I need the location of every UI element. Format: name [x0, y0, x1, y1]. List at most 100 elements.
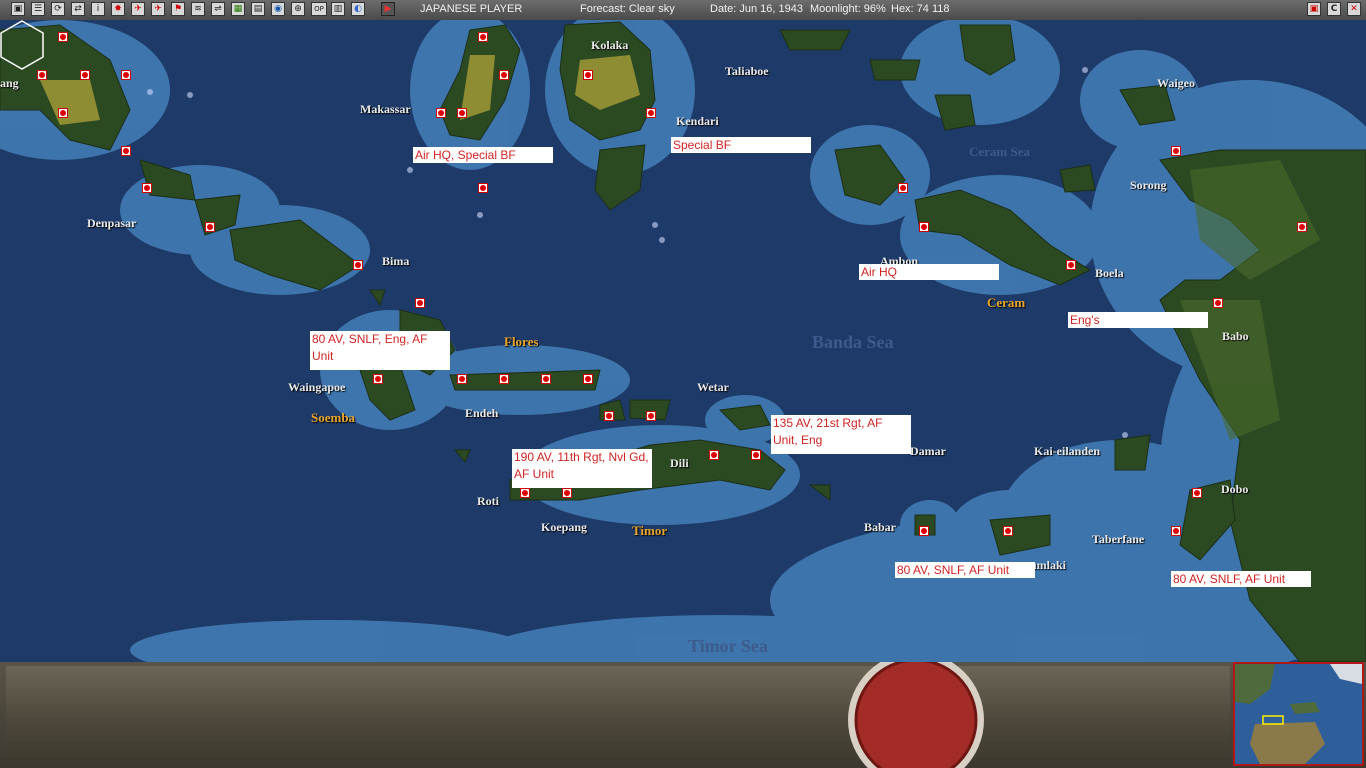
place-dobo: Dobo — [1221, 482, 1249, 496]
toolbar-button-air-2[interactable]: ✈ — [151, 2, 165, 16]
toolbar-button-routes[interactable]: ⇌ — [211, 2, 225, 16]
place-koepang: Koepang — [541, 520, 588, 534]
forecast-label: Forecast: Clear sky — [580, 3, 675, 15]
toolbar-button-list[interactable]: ▤ — [251, 2, 265, 16]
base-marker[interactable] — [562, 488, 572, 498]
region-timor: Timor — [632, 523, 668, 538]
date-label: Date: Jun 16, 1943 — [710, 3, 803, 15]
top-toolbar: ▣ ☰ ⟳ ⇄ i ✸ ✈ ✈ ⚑ ≋ ⇌ ▦ ▤ ◉ ⊕ OP ▥ ◐ ▶ J… — [0, 0, 1366, 21]
note-kendari: Special BF — [671, 137, 811, 153]
place-bima: Bima — [382, 254, 410, 268]
base-marker[interactable] — [37, 70, 47, 80]
toolbar-button-flag[interactable]: ✸ — [111, 2, 125, 16]
minimize-button[interactable]: ▣ — [1307, 2, 1321, 16]
base-marker[interactable] — [646, 108, 656, 118]
toolbar-button-weather[interactable]: ◐ — [351, 2, 365, 16]
base-marker[interactable] — [583, 374, 593, 384]
base-marker[interactable] — [142, 183, 152, 193]
hex-coordinate-label: Hex: 74 118 — [891, 3, 950, 15]
place-sorong: Sorong — [1130, 178, 1167, 192]
base-marker[interactable] — [478, 32, 488, 42]
place-denpasar: Denpasar — [87, 216, 137, 230]
sea-timor: Timor Sea — [688, 636, 768, 656]
base-marker[interactable] — [353, 260, 363, 270]
base-marker[interactable] — [457, 374, 467, 384]
place-waingapoe: Waingapoe — [288, 380, 346, 394]
base-marker[interactable] — [751, 450, 761, 460]
minimap[interactable] — [1233, 662, 1364, 766]
place-taliaboe: Taliaboe — [725, 64, 769, 78]
base-marker[interactable] — [604, 411, 614, 421]
toolbar-button-2[interactable]: ☰ — [31, 2, 45, 16]
place-roti: Roti — [477, 494, 499, 508]
region-ceram: Ceram — [987, 295, 1026, 310]
base-marker[interactable] — [499, 70, 509, 80]
japanese-emblem-icon[interactable] — [846, 662, 986, 768]
toolbar-button-3[interactable]: ⟳ — [51, 2, 65, 16]
base-marker[interactable] — [1066, 260, 1076, 270]
toolbar-button-terrain[interactable]: ▦ — [231, 2, 245, 16]
base-marker[interactable] — [1003, 526, 1013, 536]
toolbar-button-4[interactable]: ⇄ — [71, 2, 85, 16]
base-marker[interactable] — [373, 374, 383, 384]
moonlight-label: Moonlight: 96% — [810, 3, 886, 15]
base-marker[interactable] — [121, 146, 131, 156]
play-icon[interactable]: ▶ — [381, 2, 395, 16]
base-marker[interactable] — [1297, 222, 1307, 232]
unit-info-area — [6, 666, 1230, 766]
toolbar-button-1[interactable]: ▣ — [11, 2, 25, 16]
toolbar-button-base[interactable]: ⚑ — [171, 2, 185, 16]
base-marker[interactable] — [520, 488, 530, 498]
note-ambon: Air HQ — [859, 264, 999, 280]
region-flores: Flores — [504, 334, 539, 349]
base-marker[interactable] — [121, 70, 131, 80]
base-marker[interactable] — [898, 183, 908, 193]
base-marker[interactable] — [1192, 488, 1202, 498]
place-babar: Babar — [864, 520, 897, 534]
place-kolaka: Kolaka — [591, 38, 629, 52]
place-damar: Damar — [910, 444, 946, 458]
place-dili: Dili — [670, 456, 689, 470]
place-kendari: Kendari — [676, 114, 719, 128]
base-marker[interactable] — [457, 108, 467, 118]
base-marker[interactable] — [499, 374, 509, 384]
base-marker[interactable] — [709, 450, 719, 460]
base-marker[interactable] — [1171, 526, 1181, 536]
base-marker[interactable] — [205, 222, 215, 232]
note-koepang: 190 AV, 11th Rgt, Nvl Gd, AF Unit — [512, 449, 652, 488]
note-waingapoe: 80 AV, SNLF, Eng, AF Unit — [310, 331, 450, 370]
toolbar-button-globe[interactable]: ◉ — [271, 2, 285, 16]
base-marker[interactable] — [415, 298, 425, 308]
bottom-info-panel — [0, 662, 1366, 768]
base-marker[interactable] — [583, 70, 593, 80]
place-waigeo: Waigeo — [1157, 76, 1195, 90]
place-wetar: Wetar — [697, 380, 729, 394]
strategic-map[interactable]: Kolaka Taliaboe Waigeo Makassar Kendari … — [0, 20, 1366, 662]
base-marker[interactable] — [478, 183, 488, 193]
base-marker[interactable] — [58, 108, 68, 118]
toolbar-button-info[interactable]: i — [91, 2, 105, 16]
toolbar-button-grid[interactable]: ▥ — [331, 2, 345, 16]
sea-banda: Banda Sea — [812, 332, 894, 352]
base-marker[interactable] — [646, 411, 656, 421]
close-button[interactable]: ✕ — [1347, 2, 1361, 16]
region-soemba: Soemba — [311, 410, 356, 425]
toolbar-button-op[interactable]: OP — [311, 2, 327, 16]
toolbar-button-target[interactable]: ⊕ — [291, 2, 305, 16]
base-marker[interactable] — [80, 70, 90, 80]
toolbar-button-air[interactable]: ✈ — [131, 2, 145, 16]
toolbar-button-sea[interactable]: ≋ — [191, 2, 205, 16]
base-marker[interactable] — [58, 32, 68, 42]
base-marker[interactable] — [541, 374, 551, 384]
center-button[interactable]: C — [1327, 2, 1341, 16]
place-ang: ang — [0, 76, 19, 90]
minimap-view — [1235, 664, 1362, 764]
place-babo: Babo — [1222, 329, 1249, 343]
base-marker[interactable] — [1213, 298, 1223, 308]
base-marker[interactable] — [436, 108, 446, 118]
base-marker[interactable] — [919, 222, 929, 232]
base-marker[interactable] — [919, 526, 929, 536]
base-marker[interactable] — [1171, 146, 1181, 156]
sea-ceram: Ceram Sea — [969, 144, 1031, 159]
place-taberfane: Taberfane — [1092, 532, 1145, 546]
